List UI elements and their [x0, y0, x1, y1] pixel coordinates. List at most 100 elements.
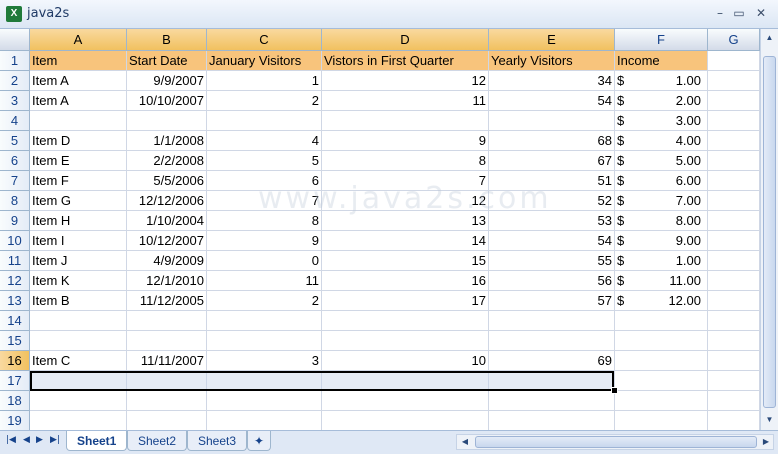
cell-b13[interactable]: 11/12/2005 [127, 291, 207, 311]
cell-g19[interactable] [708, 411, 760, 430]
cell-c7[interactable]: 6 [207, 171, 322, 191]
row-header-4[interactable]: 4 [0, 111, 30, 131]
cell-g16[interactable] [708, 351, 760, 371]
prev-sheet-icon[interactable]: ◀ [23, 435, 30, 445]
row-header-3[interactable]: 3 [0, 91, 30, 111]
cell-a13[interactable]: Item B [30, 291, 127, 311]
cell-e2[interactable]: 34 [489, 71, 615, 91]
cell-b6[interactable]: 2/2/2008 [127, 151, 207, 171]
cell-d2[interactable]: 12 [322, 71, 489, 91]
cell-g10[interactable] [708, 231, 760, 251]
scroll-right-icon[interactable]: ▶ [759, 435, 773, 449]
cell-a6[interactable]: Item E [30, 151, 127, 171]
cell-e8[interactable]: 52 [489, 191, 615, 211]
cell-c1[interactable]: January Visitors [207, 51, 322, 71]
column-header-g[interactable]: G [708, 29, 760, 51]
cell-c11[interactable]: 0 [207, 251, 322, 271]
cell-a10[interactable]: Item I [30, 231, 127, 251]
row-header-1[interactable]: 1 [0, 51, 30, 71]
sheet-tab-sheet1[interactable]: Sheet1 [66, 431, 128, 451]
column-header-d[interactable]: D [322, 29, 489, 51]
cell-e9[interactable]: 53 [489, 211, 615, 231]
cell-f3[interactable]: $2.00 [615, 91, 708, 111]
row-header-19[interactable]: 19 [0, 411, 30, 430]
cell-d14[interactable] [322, 311, 489, 331]
horizontal-scrollbar[interactable]: ◀ ▶ [456, 434, 774, 450]
row-header-5[interactable]: 5 [0, 131, 30, 151]
select-all-corner[interactable] [0, 29, 30, 51]
cell-d13[interactable]: 17 [322, 291, 489, 311]
cell-f17[interactable] [615, 371, 708, 391]
cell-c3[interactable]: 2 [207, 91, 322, 111]
cell-a15[interactable] [30, 331, 127, 351]
cell-d15[interactable] [322, 331, 489, 351]
spreadsheet-grid[interactable]: 19 18 17 69 10 3 11/11/2007 Item C 16 15 14 $12.00 5… [0, 29, 760, 430]
cell-g14[interactable] [708, 311, 760, 331]
cell-d5[interactable]: 9 [322, 131, 489, 151]
cell-e10[interactable]: 54 [489, 231, 615, 251]
cell-f11[interactable]: $1.00 [615, 251, 708, 271]
cell-b1[interactable]: Start Date [127, 51, 207, 71]
cell-c17[interactable] [207, 371, 322, 391]
row-header-14[interactable]: 14 [0, 311, 30, 331]
cell-d19[interactable] [322, 411, 489, 430]
cell-g17[interactable] [708, 371, 760, 391]
cell-d3[interactable]: 11 [322, 91, 489, 111]
cell-b8[interactable]: 12/12/2006 [127, 191, 207, 211]
cell-d8[interactable]: 12 [322, 191, 489, 211]
column-header-a[interactable]: A [30, 29, 127, 51]
row-header-6[interactable]: 6 [0, 151, 30, 171]
cell-e4[interactable] [489, 111, 615, 131]
row-header-9[interactable]: 9 [0, 211, 30, 231]
cell-f2[interactable]: $1.00 [615, 71, 708, 91]
cell-d17[interactable] [322, 371, 489, 391]
cell-f1[interactable]: Income [615, 51, 708, 71]
cell-c13[interactable]: 2 [207, 291, 322, 311]
cell-g15[interactable] [708, 331, 760, 351]
cell-e15[interactable] [489, 331, 615, 351]
cell-f14[interactable] [615, 311, 708, 331]
cell-c18[interactable] [207, 391, 322, 411]
cell-g8[interactable] [708, 191, 760, 211]
row-header-16[interactable]: 16 [0, 351, 30, 371]
cell-b4[interactable] [127, 111, 207, 131]
cell-a14[interactable] [30, 311, 127, 331]
cell-f18[interactable] [615, 391, 708, 411]
cell-e7[interactable]: 51 [489, 171, 615, 191]
cell-b11[interactable]: 4/9/2009 [127, 251, 207, 271]
row-header-11[interactable]: 11 [0, 251, 30, 271]
cell-f9[interactable]: $8.00 [615, 211, 708, 231]
cell-c2[interactable]: 1 [207, 71, 322, 91]
insert-sheet-icon[interactable]: ✦ [247, 431, 272, 451]
cell-e19[interactable] [489, 411, 615, 430]
cell-c19[interactable] [207, 411, 322, 430]
row-header-18[interactable]: 18 [0, 391, 30, 411]
cell-g9[interactable] [708, 211, 760, 231]
cell-a5[interactable]: Item D [30, 131, 127, 151]
first-sheet-icon[interactable]: |◀ [6, 435, 16, 445]
row-header-17[interactable]: 17 [0, 371, 30, 391]
cell-b12[interactable]: 12/1/2010 [127, 271, 207, 291]
cell-e6[interactable]: 67 [489, 151, 615, 171]
cell-c5[interactable]: 4 [207, 131, 322, 151]
cell-e3[interactable]: 54 [489, 91, 615, 111]
cell-e11[interactable]: 55 [489, 251, 615, 271]
cell-b7[interactable]: 5/5/2006 [127, 171, 207, 191]
cell-b10[interactable]: 10/12/2007 [127, 231, 207, 251]
row-header-15[interactable]: 15 [0, 331, 30, 351]
cell-d12[interactable]: 16 [322, 271, 489, 291]
cell-d7[interactable]: 7 [322, 171, 489, 191]
cell-a11[interactable]: Item J [30, 251, 127, 271]
cell-b15[interactable] [127, 331, 207, 351]
row-header-13[interactable]: 13 [0, 291, 30, 311]
cell-b18[interactable] [127, 391, 207, 411]
cell-g6[interactable] [708, 151, 760, 171]
row-header-7[interactable]: 7 [0, 171, 30, 191]
cell-f5[interactable]: $4.00 [615, 131, 708, 151]
cell-f4[interactable]: $3.00 [615, 111, 708, 131]
cell-g18[interactable] [708, 391, 760, 411]
cell-g13[interactable] [708, 291, 760, 311]
column-header-f[interactable]: F [615, 29, 708, 51]
cell-c14[interactable] [207, 311, 322, 331]
cell-d16[interactable]: 10 [322, 351, 489, 371]
